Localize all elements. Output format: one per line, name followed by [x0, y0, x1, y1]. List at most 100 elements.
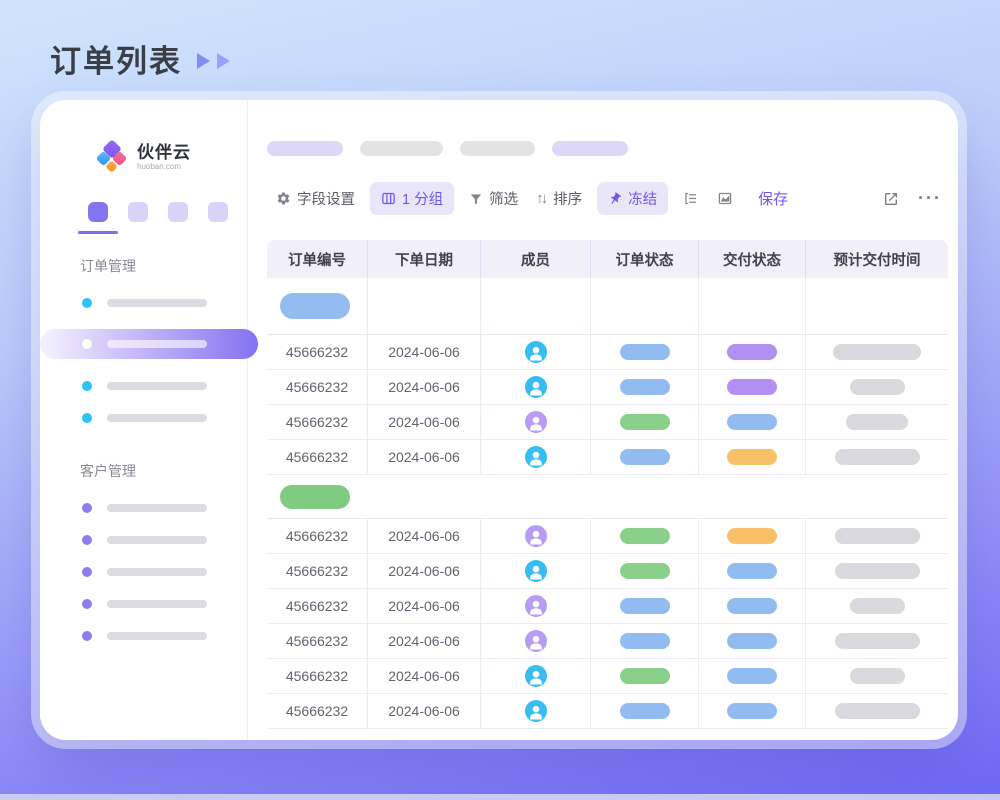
order-number-cell: 45666232 [267, 405, 367, 439]
chart-view-button[interactable] [708, 185, 742, 212]
app-window: 伙伴云 huoban.com 订单管理客户管理 字段 [40, 100, 958, 740]
sidebar-menu: 订单管理客户管理 [40, 256, 247, 641]
field-settings-button[interactable]: 字段设置 [267, 182, 364, 215]
group-header-cell [480, 278, 590, 334]
order-status-pill [620, 528, 670, 544]
table-row[interactable]: 456662322024-06-06 [267, 440, 948, 475]
table-row[interactable]: 456662322024-06-06 [267, 589, 948, 624]
sidebar-item[interactable] [82, 503, 247, 513]
order-number-cell: 45666232 [267, 440, 367, 474]
group-label-pill [280, 485, 350, 509]
column-header[interactable]: 交付状态 [698, 240, 805, 278]
delivery-status-pill [727, 528, 777, 544]
delivery-status-pill [727, 379, 777, 395]
expected-delivery-cell [805, 370, 948, 404]
order-number-cell: 45666232 [267, 554, 367, 588]
group-header-row[interactable] [267, 475, 948, 519]
order-date-cell: 2024-06-06 [367, 694, 480, 728]
column-header[interactable]: 成员 [480, 240, 590, 278]
sort-button[interactable]: ↑↓ 排序 [527, 182, 591, 215]
member-avatar-icon [525, 376, 547, 398]
filter-button[interactable]: 筛选 [460, 182, 527, 215]
order-status-pill [620, 668, 670, 684]
workspace-tab-active[interactable] [88, 202, 108, 222]
expected-delivery-placeholder [835, 703, 920, 719]
bottom-edge-strip [0, 794, 1000, 800]
member-avatar-icon [525, 665, 547, 687]
view-tab-pill[interactable] [360, 141, 443, 156]
delivery-status-pill [727, 414, 777, 430]
order-status-pill [620, 633, 670, 649]
share-button[interactable] [874, 185, 908, 213]
delivery-status-pill [727, 563, 777, 579]
column-header[interactable]: 预计交付时间 [805, 240, 948, 278]
table-row[interactable]: 456662322024-06-06 [267, 694, 948, 729]
group-button[interactable]: 1 分组 [370, 182, 454, 215]
save-button[interactable]: 保存 [758, 188, 788, 209]
member-avatar-icon [525, 630, 547, 652]
expected-delivery-cell [805, 694, 948, 728]
sidebar-item[interactable] [82, 567, 247, 577]
workspace-tab[interactable] [168, 202, 188, 222]
workspace-tab[interactable] [128, 202, 148, 222]
expected-delivery-placeholder [850, 598, 905, 614]
view-tab-pill[interactable] [552, 141, 628, 156]
order-status-cell [590, 335, 698, 369]
order-date-cell: 2024-06-06 [367, 659, 480, 693]
table-row[interactable]: 456662322024-06-06 [267, 335, 948, 370]
more-button[interactable]: ··· [918, 188, 942, 209]
delivery-status-cell [698, 554, 805, 588]
sidebar-item[interactable] [82, 631, 247, 641]
sidebar-item[interactable] [82, 599, 247, 609]
view-tab-pill[interactable] [460, 141, 535, 156]
sidebar-item-active[interactable] [40, 329, 258, 359]
order-number-cell: 45666232 [267, 659, 367, 693]
table-row[interactable]: 456662322024-06-06 [267, 624, 948, 659]
workspace-tab[interactable] [208, 202, 228, 222]
kanban-icon [381, 191, 396, 206]
sidebar-section-label: 订单管理 [80, 256, 247, 276]
table-row[interactable]: 456662322024-06-06 [267, 519, 948, 554]
column-header[interactable]: 订单编号 [267, 240, 367, 278]
sidebar-item[interactable] [82, 535, 247, 545]
table-header: 订单编号下单日期成员订单状态交付状态预计交付时间 [267, 240, 948, 278]
member-avatar-icon [525, 700, 547, 722]
table-row[interactable]: 456662322024-06-06 [267, 405, 948, 440]
sidebar-item-label-bar [107, 632, 207, 640]
delivery-status-cell [698, 694, 805, 728]
member-avatar-icon [525, 411, 547, 433]
freeze-button[interactable]: 冻结 [597, 182, 668, 215]
delivery-status-cell [698, 405, 805, 439]
toolbar: 字段设置 1 分组 筛选 ↑↓ 排序 [267, 182, 948, 215]
row-height-button[interactable] [674, 185, 708, 212]
table-row[interactable]: 456662322024-06-06 [267, 659, 948, 694]
sidebar-item[interactable] [82, 413, 247, 423]
column-header[interactable]: 订单状态 [590, 240, 698, 278]
sidebar-item-label-bar [107, 340, 207, 348]
order-number-cell: 45666232 [267, 519, 367, 553]
order-number-cell: 45666232 [267, 335, 367, 369]
view-tabs [267, 141, 948, 156]
group-header-row[interactable] [267, 278, 948, 335]
expected-delivery-cell [805, 405, 948, 439]
expected-delivery-placeholder [850, 668, 905, 684]
column-header[interactable]: 下单日期 [367, 240, 480, 278]
order-status-pill [620, 703, 670, 719]
table-row[interactable]: 456662322024-06-06 [267, 554, 948, 589]
view-tab-pill[interactable] [267, 141, 343, 156]
member-cell [480, 589, 590, 623]
member-avatar-icon [525, 560, 547, 582]
member-avatar-icon [525, 525, 547, 547]
share-icon [883, 191, 899, 207]
sidebar-item-label-bar [107, 600, 207, 608]
sidebar-item-dot [82, 503, 92, 513]
delivery-status-cell [698, 370, 805, 404]
member-cell [480, 694, 590, 728]
sidebar-item-dot [82, 567, 92, 577]
table-row[interactable]: 456662322024-06-06 [267, 370, 948, 405]
sidebar-item[interactable] [82, 381, 247, 391]
delivery-status-cell [698, 519, 805, 553]
gear-icon [276, 191, 291, 206]
sidebar-item[interactable] [82, 298, 247, 308]
page-background: 订单列表 伙伴云 huoban.com [0, 0, 1000, 800]
